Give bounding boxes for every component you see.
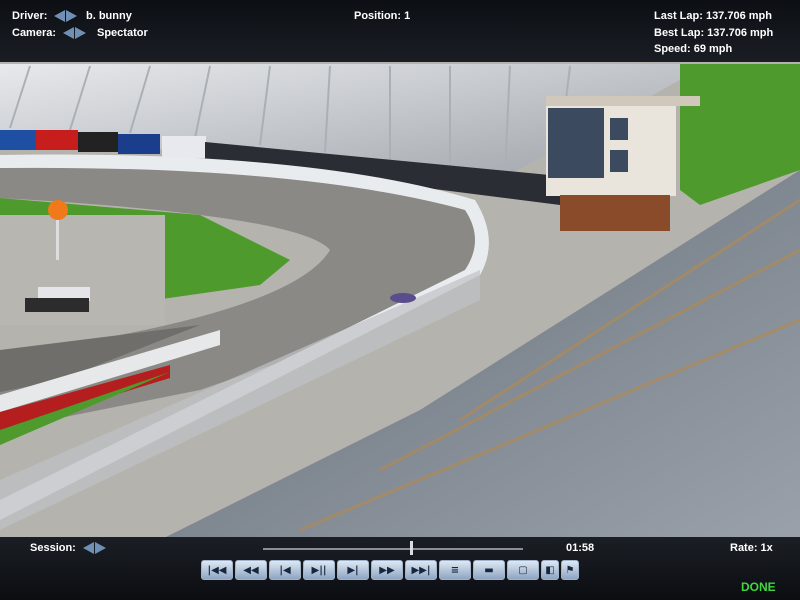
best-lap-readout: Best Lap: 137.706 mph	[654, 27, 774, 39]
driver-value: b. bunny	[86, 10, 132, 22]
camera-small-icon[interactable]: ◧	[541, 560, 559, 580]
skip-to-start-button[interactable]: |◀◀	[201, 560, 233, 580]
position-readout: Position: 1	[354, 10, 411, 22]
driver-selector	[54, 10, 77, 22]
menu-button[interactable]: ≡	[439, 560, 471, 580]
done-button[interactable]: DONE	[741, 580, 776, 594]
last-lap-readout: Last Lap: 137.706 mph	[654, 10, 772, 22]
skip-to-end-button[interactable]: ▶▶|	[405, 560, 437, 580]
step-back-button[interactable]: |◀	[269, 560, 301, 580]
driver-label: Driver:	[12, 10, 48, 22]
race-scene	[0, 60, 800, 540]
camera-prev-arrow-icon[interactable]	[63, 27, 74, 39]
rate-readout: Rate: 1x	[730, 542, 773, 554]
window-button[interactable]: ▢	[507, 560, 539, 580]
replay-timeline[interactable]	[263, 548, 523, 550]
session-next-arrow-icon[interactable]	[95, 542, 106, 554]
camera-selector	[63, 27, 86, 39]
replay-time: 01:58	[566, 542, 595, 554]
replay-buttons: |◀◀ ◀◀ |◀ ▶|| ▶| ▶▶ ▶▶| ≡ ▬ ▢ ◧ ⚑	[201, 560, 579, 580]
session-selector	[83, 542, 106, 554]
play-pause-button[interactable]: ▶||	[303, 560, 335, 580]
driver-prev-arrow-icon[interactable]	[54, 10, 65, 22]
flag-small-icon[interactable]: ⚑	[561, 560, 579, 580]
session-prev-arrow-icon[interactable]	[83, 542, 94, 554]
camera-value: Spectator	[97, 27, 148, 39]
replay-timeline-thumb[interactable]	[410, 541, 414, 555]
folder-button[interactable]: ▬	[473, 560, 505, 580]
fast-forward-button[interactable]: ▶▶	[371, 560, 403, 580]
camera-next-arrow-icon[interactable]	[75, 27, 86, 39]
speed-readout: Speed: 69 mph	[654, 43, 733, 55]
camera-label: Camera:	[12, 27, 57, 39]
step-forward-button[interactable]: ▶|	[337, 560, 369, 580]
rewind-button[interactable]: ◀◀	[235, 560, 267, 580]
driver-next-arrow-icon[interactable]	[66, 10, 77, 22]
session-label: Session:	[30, 542, 76, 554]
